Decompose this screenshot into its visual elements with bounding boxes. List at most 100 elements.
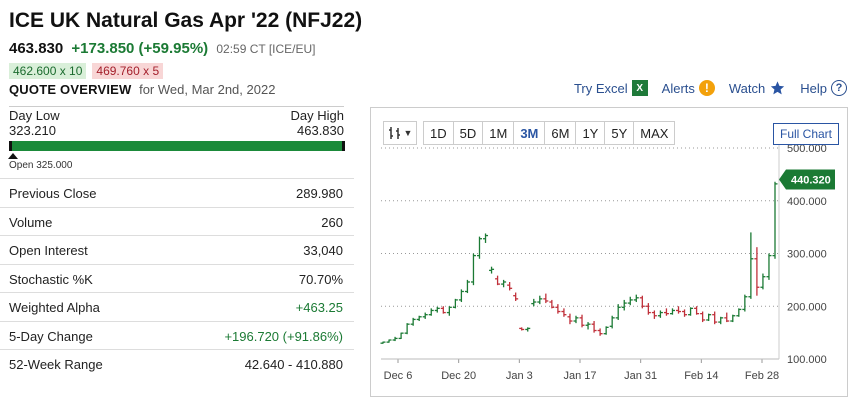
ohlc-bar xyxy=(694,306,700,315)
x-tick-label: Jan 31 xyxy=(624,370,657,382)
chart-type-button[interactable]: ▼ xyxy=(383,121,417,145)
ohlc-bar xyxy=(579,314,585,328)
ohlc-bar xyxy=(760,273,766,290)
x-tick-label: Dec 20 xyxy=(441,370,476,382)
timeframe-1m[interactable]: 1M xyxy=(483,121,515,145)
stat-label: 5-Day Change xyxy=(9,328,93,344)
stat-value: 33,040 xyxy=(303,243,343,258)
timeframe-selector: ▼ 1D 5D 1M 3M 6M 1Y 5Y MAX xyxy=(383,121,676,145)
stat-value: 70.70% xyxy=(298,271,343,287)
ohlc-bar xyxy=(663,308,669,316)
ohlc-bar xyxy=(639,295,645,309)
stat-label: Volume xyxy=(9,214,53,230)
x-tick-label: Feb 14 xyxy=(684,370,718,382)
stat-value: +463.25 xyxy=(295,300,343,315)
ohlc-series xyxy=(380,181,778,344)
ohlc-bar xyxy=(766,253,772,280)
ohlc-bar xyxy=(706,313,712,322)
ohlc-bar xyxy=(712,311,718,325)
stat-value: +196.720 (+91.86%) xyxy=(224,328,343,344)
day-high-value: 463.830 xyxy=(297,123,344,138)
ohlc-bar xyxy=(555,304,561,314)
ohlc-bar xyxy=(543,293,549,304)
ohlc-bar xyxy=(742,294,748,312)
last-price: 463.830 xyxy=(9,40,64,57)
timeframe-max[interactable]: MAX xyxy=(634,121,676,145)
ask-badge: 469.760 x 5 xyxy=(92,63,164,79)
ohlc-bar xyxy=(519,327,525,331)
ohlc-bar xyxy=(688,307,694,316)
ohlc-bar xyxy=(772,181,778,259)
ohlc-bar xyxy=(700,311,706,323)
ohlc-bar xyxy=(428,308,434,316)
ohlc-bar xyxy=(621,299,627,311)
price-change: +173.850 (+59.95%) xyxy=(71,40,209,57)
watch-link[interactable]: Watch xyxy=(729,80,786,96)
stat-row: 52-Week Range 42.640 - 410.880 xyxy=(0,349,354,378)
ohlc-bar xyxy=(422,312,428,319)
day-range-header: Day Low Day High 323.210 463.830 xyxy=(9,106,344,138)
help-link[interactable]: Help ? xyxy=(800,80,847,96)
ohlc-bar xyxy=(754,247,760,296)
ohlc-bar xyxy=(386,339,392,343)
ohlc-bar xyxy=(501,279,507,288)
star-icon xyxy=(771,81,785,95)
try-excel-link[interactable]: Try Excel X xyxy=(574,80,648,96)
ohlc-bar xyxy=(470,253,476,286)
timeframe-5d[interactable]: 5D xyxy=(453,121,484,145)
ohlc-bar xyxy=(416,315,422,322)
ohlc-bar xyxy=(585,322,591,330)
ohlc-bar xyxy=(748,232,754,299)
stat-label: 52-Week Range xyxy=(9,357,103,372)
ohlc-bar xyxy=(380,341,386,344)
ohlc-bar xyxy=(561,308,567,317)
quote-time: 02:59 CT [ICE/EU] xyxy=(216,42,316,56)
help-label: Help xyxy=(800,80,827,96)
ohlc-bar xyxy=(591,321,597,333)
ohlc-bar xyxy=(682,309,688,317)
ohlc-bar xyxy=(651,310,657,319)
stat-row: Stochastic %K 70.70% xyxy=(0,263,354,293)
ohlc-bar xyxy=(404,323,410,335)
x-tick-label: Feb 28 xyxy=(745,370,779,382)
stat-row: 5-Day Change +196.720 (+91.86%) xyxy=(0,320,354,350)
ohlc-bar xyxy=(476,236,482,259)
x-tick-label: Jan 3 xyxy=(506,370,533,382)
ohlc-bar xyxy=(489,266,495,274)
alerts-link[interactable]: Alerts ! xyxy=(662,80,715,96)
stat-row: Weighted Alpha +463.25 xyxy=(0,292,354,321)
timeframe-6m[interactable]: 6M xyxy=(545,121,577,145)
bid-badge: 462.600 x 10 xyxy=(9,63,87,79)
ohlc-bar xyxy=(464,279,470,294)
bid-ask: 462.600 x 10 469.760 x 5 xyxy=(9,63,164,79)
ohlc-bar xyxy=(627,296,633,306)
day-range-bar xyxy=(9,141,345,151)
timeframe-1d[interactable]: 1D xyxy=(423,121,454,145)
open-label: Open 325.000 xyxy=(9,160,73,171)
timeframe-3m[interactable]: 3M xyxy=(514,121,546,145)
y-tick-label: 200.000 xyxy=(787,301,827,313)
ohlc-bar xyxy=(718,316,724,325)
y-tick-label: 100.000 xyxy=(787,354,827,366)
ohlc-bar xyxy=(633,294,639,303)
x-tick-label: Jan 17 xyxy=(563,370,596,382)
timeframe-5y[interactable]: 5Y xyxy=(605,121,635,145)
stat-value: 42.640 - 410.880 xyxy=(244,357,343,372)
ohlc-bar xyxy=(567,313,573,325)
stat-row: Open Interest 33,040 xyxy=(0,235,354,264)
full-chart-button[interactable]: Full Chart xyxy=(772,123,839,145)
day-low-value: 323.210 xyxy=(9,123,56,138)
ohlc-bar xyxy=(724,312,730,323)
watch-label: Watch xyxy=(728,80,766,96)
ohlc-bar xyxy=(603,326,609,335)
page-title: ICE UK Natural Gas Apr '22 (NFJ22) xyxy=(9,9,363,32)
gridlines xyxy=(381,147,779,360)
ohlc-bar xyxy=(676,306,682,314)
day-high-label: Day High xyxy=(290,108,344,123)
y-tick-label: 400.000 xyxy=(787,196,827,208)
ohlc-bar xyxy=(483,233,489,243)
timeframe-1y[interactable]: 1Y xyxy=(576,121,606,145)
svg-text:440.320: 440.320 xyxy=(791,174,831,186)
ohlc-bar xyxy=(597,328,603,336)
toolbar: Try Excel X Alerts ! Watch Help ? xyxy=(560,80,847,96)
